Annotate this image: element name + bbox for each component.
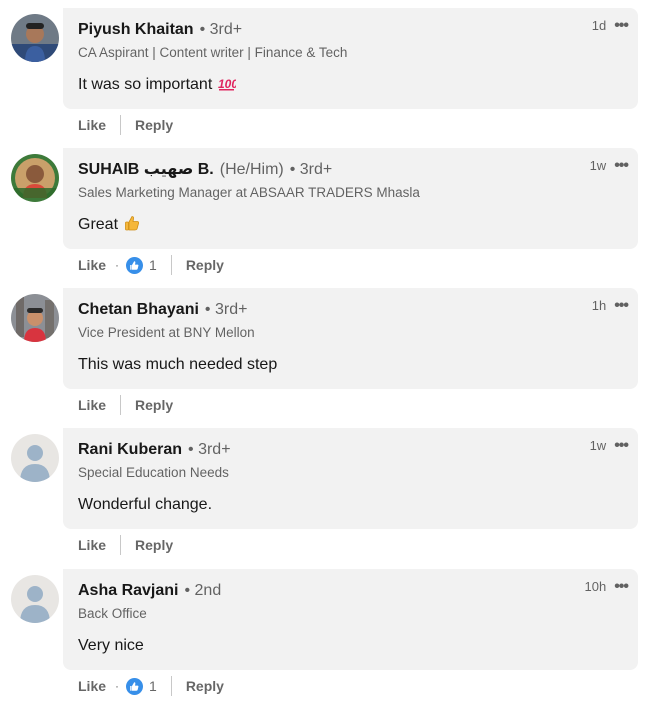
avatar[interactable] [11,294,59,342]
connection-degree: • 3rd+ [188,441,231,458]
comment-actions: Like Reply [78,534,173,556]
divider [170,676,172,696]
more-options-icon[interactable]: ••• [614,17,629,33]
comment-meta: 1w ••• [589,157,629,173]
comment-actions: Like Reply [78,394,173,416]
comment-text-content: Very nice [78,637,144,654]
author-headline: Sales Marketing Manager at ABSAAR TRADER… [78,185,420,200]
name-line: SUHAIB صهيب B. (He/Him) • 3rd+ [78,160,332,180]
more-options-icon[interactable]: ••• [614,578,629,594]
author-name[interactable]: Piyush Khaitan [78,21,194,38]
comment-time: 1d [591,18,607,33]
avatar[interactable] [11,575,59,623]
divider [120,115,122,135]
comment-meta: 10h ••• [584,578,629,594]
comment-bubble: Asha Ravjani • 2nd Back Office Very nice … [63,569,638,670]
thumbs-up-icon [124,215,140,238]
like-button[interactable]: Like [78,255,106,275]
reply-button[interactable]: Reply [186,255,224,275]
name-line: Asha Ravjani • 2nd [78,581,221,601]
avatar-photo [11,14,59,62]
connection-degree: • 3rd+ [199,21,243,38]
comment-text: Great [78,214,140,238]
comment-time: 1w [589,158,607,173]
comment-actions: Like · 1 Reply [78,675,224,697]
comment-time: 10h [584,579,607,594]
like-button[interactable]: Like [78,535,106,555]
comment-text-content: Wonderful change. [78,496,213,513]
separator-dot: · [115,258,120,272]
divider [170,255,172,275]
comment-text-content: This was much needed step [78,356,278,373]
more-options-icon[interactable]: ••• [614,437,629,453]
comment-time: 1w [589,438,607,453]
connection-degree: • 2nd [184,582,222,599]
author-name[interactable]: Rani Kuberan [78,441,182,458]
comment-meta: 1h ••• [591,297,629,313]
author-headline: Vice President at BNY Mellon [78,325,255,340]
name-line: Rani Kuberan • 3rd+ [78,440,231,460]
hundred-points-icon: 100 [218,76,238,98]
comment-meta: 1d ••• [591,17,629,33]
reply-button[interactable]: Reply [186,676,224,696]
reaction-count[interactable]: 1 [149,257,157,273]
comment-item: SUHAIB صهيب B. (He/Him) • 3rd+ Sales Marke… [0,148,650,288]
reply-button[interactable]: Reply [135,115,173,135]
comment-time: 1h [591,298,607,313]
comment-text-content: It was so important [78,76,213,93]
comment-text: Very nice [78,635,144,657]
comment-text: It was so important 100 [78,74,239,98]
reply-button[interactable]: Reply [135,535,173,555]
divider [120,395,122,415]
like-button[interactable]: Like [78,395,106,415]
author-name[interactable]: SUHAIB صهيب B. [78,161,214,178]
comments-list: Piyush Khaitan • 3rd+ CA Aspirant | Conte… [0,0,650,701]
comment-bubble: Piyush Khaitan • 3rd+ CA Aspirant | Conte… [63,8,638,109]
connection-degree: • 3rd+ [204,301,248,318]
comment-actions: Like · 1 Reply [78,254,224,276]
avatar[interactable] [11,434,59,482]
comment-text: Wonderful change. [78,494,212,516]
author-name[interactable]: Asha Ravjani [78,582,178,599]
author-headline: Back Office [78,606,147,621]
name-line: Chetan Bhayani • 3rd+ [78,300,247,320]
like-reaction-icon[interactable] [126,256,144,274]
comment-bubble: SUHAIB صهيب B. (He/Him) • 3rd+ Sales Marke… [63,148,638,249]
avatar[interactable] [11,154,59,202]
svg-text:100: 100 [218,77,236,91]
more-options-icon[interactable]: ••• [614,297,629,313]
separator-dot: · [115,679,120,693]
avatar-photo [11,154,59,202]
avatar-photo [11,294,59,342]
comment-item: Piyush Khaitan • 3rd+ CA Aspirant | Conte… [0,8,650,148]
like-reaction-icon[interactable] [126,677,144,695]
comment-item: Chetan Bhayani • 3rd+ Vice President at B… [0,288,650,428]
ghost-avatar-icon [11,575,59,623]
like-button[interactable]: Like [78,676,106,696]
comment-text: This was much needed step [78,354,277,376]
author-headline: Special Education Needs [78,465,229,480]
comment-bubble: Chetan Bhayani • 3rd+ Vice President at B… [63,288,638,389]
author-pronouns: (He/Him) [219,161,284,178]
connection-degree: • 3rd+ [289,161,333,178]
comment-text-content: Great [78,216,119,233]
author-name[interactable]: Chetan Bhayani [78,301,199,318]
like-button[interactable]: Like [78,115,106,135]
reaction-count[interactable]: 1 [149,678,157,694]
author-headline: CA Aspirant | Content writer | Finance &… [78,45,348,60]
ghost-avatar-icon [11,434,59,482]
comment-item: Rani Kuberan • 3rd+ Special Education Nee… [0,428,650,568]
name-line: Piyush Khaitan • 3rd+ [78,20,242,40]
avatar[interactable] [11,14,59,62]
reply-button[interactable]: Reply [135,395,173,415]
comment-bubble: Rani Kuberan • 3rd+ Special Education Nee… [63,428,638,529]
more-options-icon[interactable]: ••• [614,157,629,173]
divider [120,535,122,555]
comment-meta: 1w ••• [589,437,629,453]
comment-item: Asha Ravjani • 2nd Back Office Very nice … [0,569,650,709]
comment-actions: Like Reply [78,114,173,136]
